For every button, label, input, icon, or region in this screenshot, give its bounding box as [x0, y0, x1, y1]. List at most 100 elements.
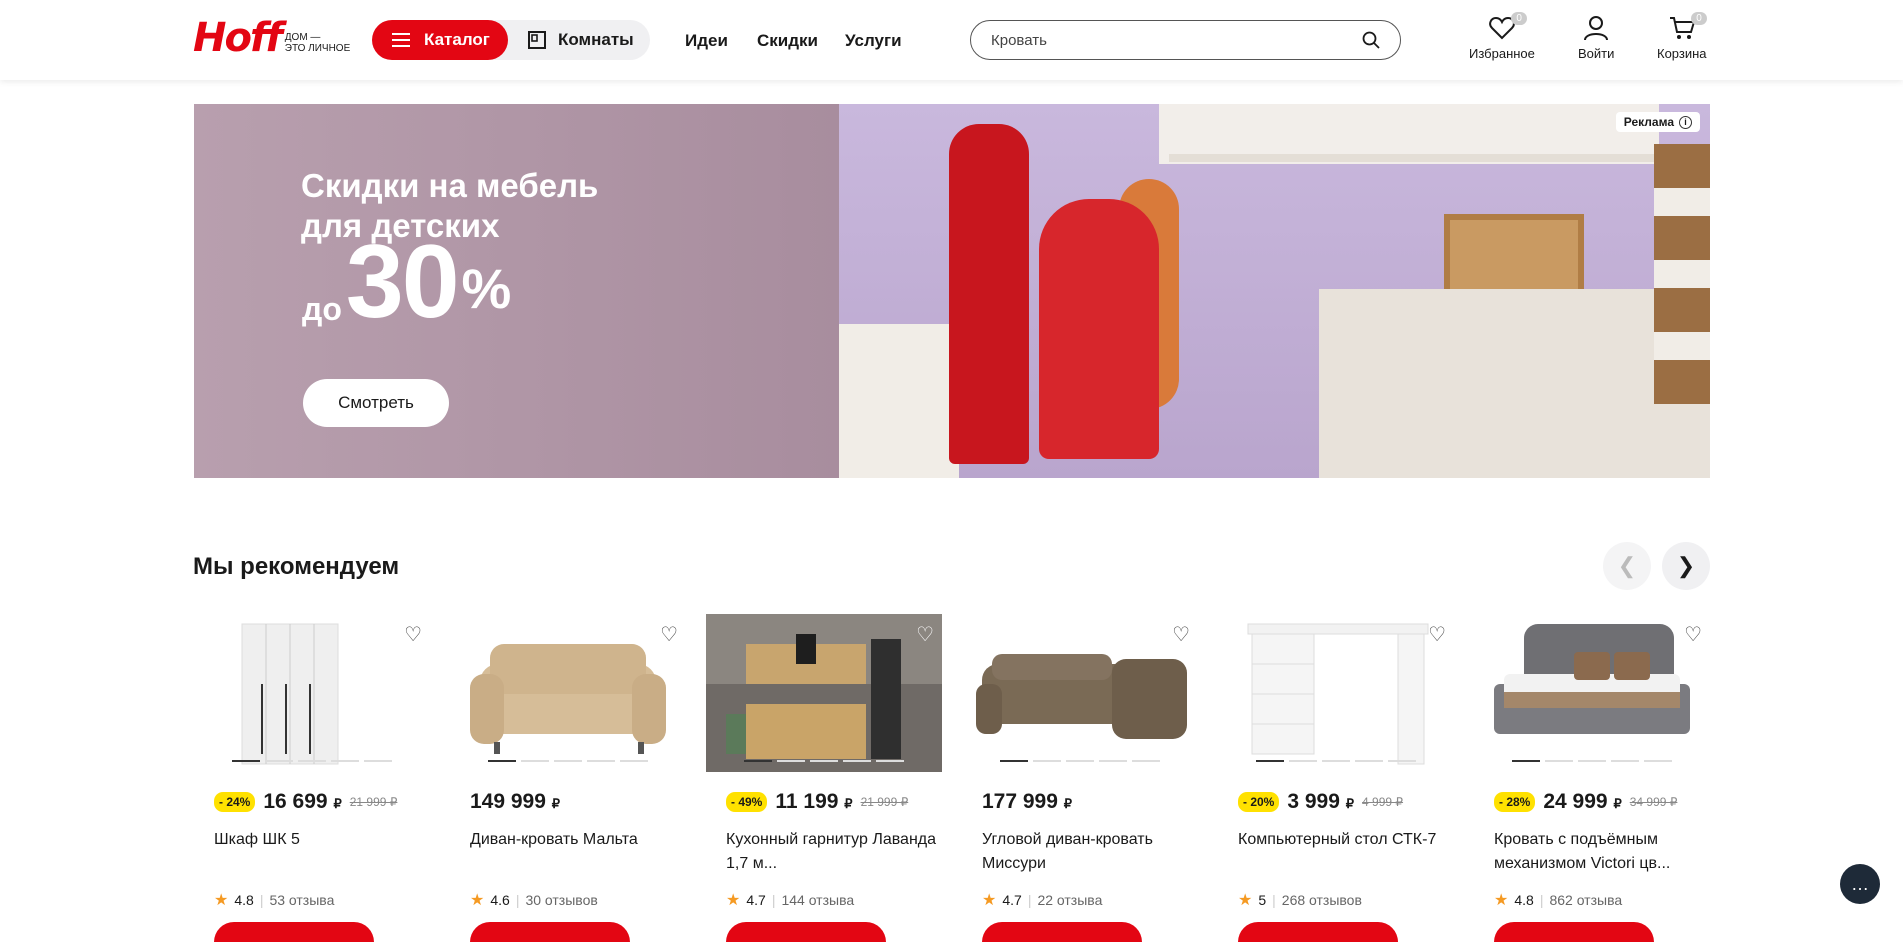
chat-widget-button[interactable]: …: [1840, 864, 1880, 904]
product-image[interactable]: ♡: [1218, 614, 1454, 772]
price: 149 999 ₽: [470, 790, 560, 814]
pager-dot[interactable]: [1322, 760, 1350, 762]
wardrobe-image: [241, 623, 339, 765]
rooms-label: Комнаты: [558, 30, 634, 49]
favorite-heart-icon[interactable]: ♡: [404, 622, 422, 647]
pager-dot[interactable]: [620, 760, 648, 762]
pager-dot[interactable]: [1099, 760, 1127, 762]
chevron-right-icon: ❯: [1676, 553, 1696, 578]
product-image[interactable]: ♡: [706, 614, 942, 772]
carousel-prev-button[interactable]: ❮: [1603, 542, 1651, 590]
add-to-cart-button[interactable]: [982, 922, 1142, 942]
product-image[interactable]: ♡: [194, 614, 430, 772]
rating[interactable]: ★ 4.7 | 144 отзыва: [726, 890, 854, 910]
product-card[interactable]: ♡ - 24% 16 699 ₽ 21 999 ₽ Шкаф ШК 5 ★ 4.8…: [194, 614, 430, 942]
pager-dot[interactable]: [364, 760, 392, 762]
ad-label[interactable]: Реклама i: [1615, 112, 1700, 132]
product-name[interactable]: Шкаф ШК 5: [214, 828, 424, 852]
add-to-cart-button[interactable]: [214, 922, 374, 942]
product-card[interactable]: ♡ 149 999 ₽ Диван-кровать Мальта ★ 4.6 | 30…: [450, 614, 686, 942]
pager-dot[interactable]: [298, 760, 326, 762]
add-to-cart-button[interactable]: [470, 922, 630, 942]
product-image[interactable]: ♡: [962, 614, 1198, 772]
pager-dot[interactable]: [1289, 760, 1317, 762]
banner-view-button[interactable]: Смотреть: [303, 379, 449, 427]
pager-dot[interactable]: [1388, 760, 1416, 762]
favorite-heart-icon[interactable]: ♡: [660, 622, 678, 647]
add-to-cart-button[interactable]: [1238, 922, 1398, 942]
product-name[interactable]: Угловой диван-кровать Миссури: [982, 828, 1192, 876]
product-name[interactable]: Кровать с подъёмным механизмом Victori ц…: [1494, 828, 1704, 876]
pager-dot[interactable]: [1512, 760, 1540, 762]
nav-services[interactable]: Услуги: [845, 31, 902, 51]
pager-dot[interactable]: [265, 760, 293, 762]
add-to-cart-button[interactable]: [1494, 922, 1654, 942]
pager-dot[interactable]: [1066, 760, 1094, 762]
product-card[interactable]: ♡ - 49% 11 199 ₽ 21 999 ₽ Кухонный гарни…: [706, 614, 942, 942]
pager-dot[interactable]: [521, 760, 549, 762]
cart-count-badge: 0: [1691, 12, 1707, 25]
rating[interactable]: ★ 4.6 | 30 отзывов: [470, 890, 598, 910]
nav-discounts[interactable]: Скидки: [757, 31, 818, 51]
product-card[interactable]: ♡ - 20% 3 999 ₽ 4 999 ₽ Компьютерный сто…: [1218, 614, 1454, 942]
pager-dot[interactable]: [331, 760, 359, 762]
rating[interactable]: ★ 5 | 268 отзывов: [1238, 890, 1362, 910]
carousel-next-button[interactable]: ❯: [1662, 542, 1710, 590]
hoff-logo[interactable]: Hoff дом — это личное: [193, 18, 350, 58]
rating[interactable]: ★ 4.8 | 53 отзыва: [214, 890, 334, 910]
favorites-link[interactable]: 0 Избранное: [1469, 12, 1535, 61]
add-to-cart-button[interactable]: [726, 922, 886, 942]
rooms-button[interactable]: Комнаты: [490, 20, 650, 60]
pager-dot[interactable]: [1578, 760, 1606, 762]
search-icon[interactable]: [1362, 31, 1380, 49]
price-row: 149 999 ₽: [470, 790, 560, 814]
pager-dot[interactable]: [1355, 760, 1383, 762]
product-image[interactable]: ♡: [450, 614, 686, 772]
pager-dot[interactable]: [777, 760, 805, 762]
review-count: 268 отзывов: [1281, 892, 1362, 908]
catalog-button[interactable]: Каталог: [372, 20, 508, 60]
product-card[interactable]: ♡ 177 999 ₽ Угловой диван-кровать Миссур…: [962, 614, 1198, 942]
product-image[interactable]: ♡: [1474, 614, 1710, 772]
product-card[interactable]: ♡ - 28% 24 999 ₽ 34 999 ₽ Кровать с подъ…: [1474, 614, 1710, 942]
price-row: - 28% 24 999 ₽ 34 999 ₽: [1494, 790, 1677, 814]
product-name[interactable]: Компьютерный стол СТК-7: [1238, 828, 1448, 852]
rating[interactable]: ★ 4.8 | 862 отзыва: [1494, 890, 1622, 910]
pager-dot[interactable]: [1000, 760, 1028, 762]
pager-dot[interactable]: [1256, 760, 1284, 762]
pager-dot[interactable]: [1033, 760, 1061, 762]
favorite-heart-icon[interactable]: ♡: [916, 622, 934, 647]
pager-dot[interactable]: [232, 760, 260, 762]
pager-dot[interactable]: [1611, 760, 1639, 762]
cart-link[interactable]: 0 Корзина: [1657, 12, 1707, 61]
pager-dot[interactable]: [876, 760, 904, 762]
login-link[interactable]: Войти: [1578, 14, 1614, 61]
rating-separator: |: [1027, 892, 1032, 908]
price-value: 149 999: [470, 790, 546, 813]
pager-dot[interactable]: [587, 760, 615, 762]
banner-text-panel: [194, 104, 839, 478]
rating[interactable]: ★ 4.7 | 22 отзыва: [982, 890, 1102, 910]
price-currency: ₽: [1063, 796, 1073, 811]
nav-ideas[interactable]: Идеи: [685, 31, 728, 51]
favorite-heart-icon[interactable]: ♡: [1428, 622, 1446, 647]
review-count: 22 отзыва: [1037, 892, 1103, 908]
product-name[interactable]: Кухонный гарнитур Лаванда 1,7 м...: [726, 828, 936, 876]
pager-dot[interactable]: [843, 760, 871, 762]
favorite-heart-icon[interactable]: ♡: [1684, 622, 1702, 647]
search-input[interactable]: [991, 31, 1362, 49]
pager-dot[interactable]: [554, 760, 582, 762]
logo-wordmark: Hoff: [193, 15, 283, 61]
pager-dot[interactable]: [1132, 760, 1160, 762]
logo-tagline-line-2: это личное: [284, 43, 351, 54]
pager-dot[interactable]: [1545, 760, 1573, 762]
pager-dot[interactable]: [810, 760, 838, 762]
sofa-image: [470, 644, 666, 754]
favorite-heart-icon[interactable]: ♡: [1172, 622, 1190, 647]
product-name[interactable]: Диван-кровать Мальта: [470, 828, 680, 852]
promo-banner[interactable]: Реклама i Скидки на мебель для детских д…: [194, 104, 1710, 478]
banner-cabinet: [1319, 289, 1710, 478]
pager-dot[interactable]: [1644, 760, 1672, 762]
pager-dot[interactable]: [488, 760, 516, 762]
pager-dot[interactable]: [744, 760, 772, 762]
